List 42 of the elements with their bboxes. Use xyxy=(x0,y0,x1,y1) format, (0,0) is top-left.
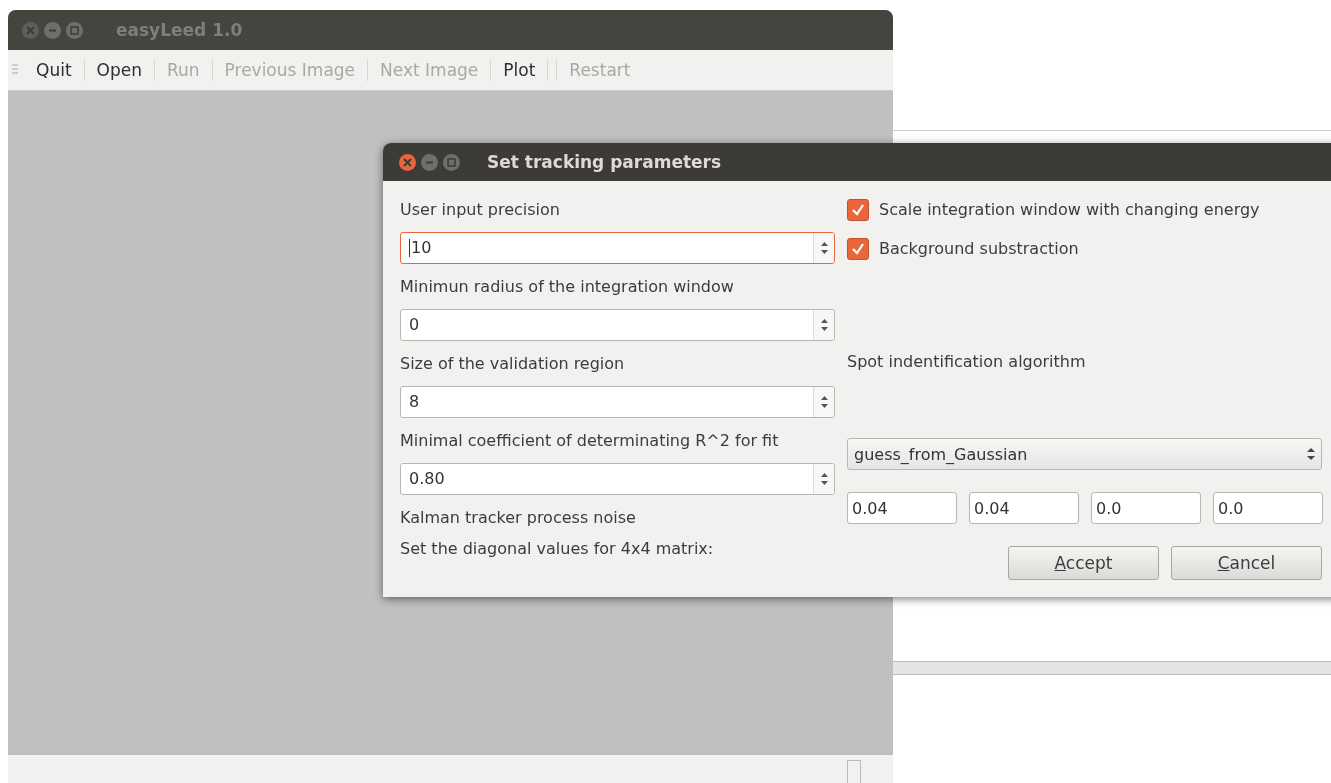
progress-indicator xyxy=(847,760,861,783)
close-icon[interactable] xyxy=(399,153,416,171)
spin-box[interactable]: 8 xyxy=(400,386,835,418)
checkbox-label: Background substraction xyxy=(879,238,1079,260)
spin-arrows-icon[interactable] xyxy=(813,464,834,494)
spin-box[interactable]: 0.80 xyxy=(400,463,835,495)
maximize-icon[interactable] xyxy=(66,21,83,39)
spin-box[interactable]: 0 xyxy=(400,309,835,341)
noise-label: Set the diagonal values for 4x4 matrix: xyxy=(400,538,715,560)
checkbox[interactable] xyxy=(847,238,869,260)
field-label: User input precision xyxy=(400,199,561,221)
check-icon xyxy=(851,203,865,217)
field-label: Size of the validation region xyxy=(400,353,626,375)
minimize-icon[interactable] xyxy=(421,153,438,171)
noise-input[interactable]: 0.04 xyxy=(969,492,1079,524)
grip-icon[interactable] xyxy=(12,64,18,76)
window-title: easyLeed 1.0 xyxy=(116,20,243,40)
close-icon[interactable] xyxy=(22,21,39,39)
dialog-button[interactable]: Cancel xyxy=(1171,546,1322,580)
maximize-icon[interactable] xyxy=(443,153,460,171)
toolbar-button[interactable]: Plot xyxy=(495,60,544,80)
updown-icon xyxy=(1307,447,1315,461)
field-label: Minimun radius of the integration window xyxy=(400,276,735,298)
spin-arrows-icon[interactable] xyxy=(813,387,834,417)
spin-arrows-icon[interactable] xyxy=(813,233,834,263)
toolbar-button[interactable]: Open xyxy=(88,60,150,80)
noise-input[interactable]: 0.0 xyxy=(1091,492,1201,524)
noise-input[interactable]: 0.04 xyxy=(847,492,957,524)
noise-label: Kalman tracker process noise xyxy=(400,507,637,529)
check-icon xyxy=(851,242,865,256)
dialog-button[interactable]: Accept xyxy=(1008,546,1159,580)
checkbox[interactable] xyxy=(847,199,869,221)
algorithm-dropdown[interactable]: guess_from_Gaussian xyxy=(847,438,1322,470)
toolbar-button[interactable]: Quit xyxy=(28,60,80,80)
minimize-icon[interactable] xyxy=(44,21,61,39)
dialog-title: Set tracking parameters xyxy=(487,152,722,172)
spin-arrows-icon[interactable] xyxy=(813,310,834,340)
noise-input[interactable]: 0.0 xyxy=(1213,492,1323,524)
field-label: Minimal coefficient of determinating R^2 for fit xyxy=(400,430,780,452)
spin-box[interactable]: 10 xyxy=(400,232,835,264)
checkbox-label: Scale integration window with changing energy xyxy=(879,199,1260,221)
field-label: Spot indentification algorithm xyxy=(847,351,1087,373)
